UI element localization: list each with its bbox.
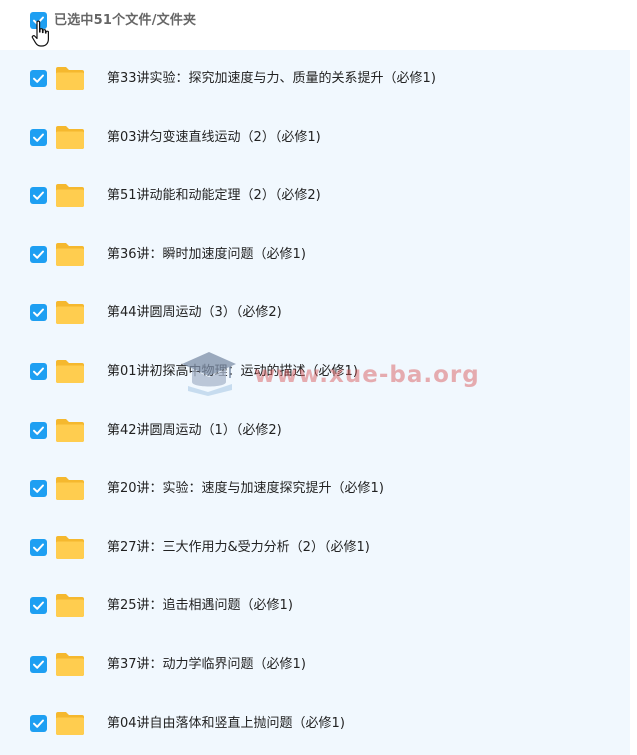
file-checkbox[interactable] xyxy=(30,714,47,732)
file-row[interactable]: 第51讲动能和动能定理（2）（必修2) xyxy=(0,167,630,225)
file-row[interactable]: 第44讲圆周运动（3）（必修2) xyxy=(0,284,630,342)
folder-icon xyxy=(56,67,84,90)
file-name[interactable]: 第20讲：实验：速度与加速度探究提升（必修1) xyxy=(107,479,384,499)
check-icon xyxy=(33,426,44,435)
folder-icon xyxy=(56,711,84,735)
file-name[interactable]: 第37讲：动力学临界问题（必修1) xyxy=(107,655,306,675)
file-name[interactable]: 第03讲匀变速直线运动（2）（必修1) xyxy=(107,128,321,148)
file-row[interactable]: 第37讲：动力学临界问题（必修1) xyxy=(0,636,630,694)
file-row[interactable]: 第36讲：瞬时加速度问题（必修1) xyxy=(0,226,630,284)
file-row[interactable]: 第25讲：追击相遇问题（必修1) xyxy=(0,577,630,635)
folder-icon xyxy=(56,301,84,325)
file-name[interactable]: 第25讲：追击相遇问题（必修1) xyxy=(107,596,293,616)
file-checkbox[interactable] xyxy=(30,538,47,556)
check-icon xyxy=(33,601,44,611)
hand-pointer-icon xyxy=(31,20,49,47)
file-row[interactable]: 第20讲：实验：速度与加速度探究提升（必修1) xyxy=(0,460,630,518)
file-row[interactable]: 第04讲自由落体和竖直上抛问题（必修1) xyxy=(0,695,630,753)
file-checkbox[interactable] xyxy=(30,421,47,439)
file-checkbox[interactable] xyxy=(30,480,47,498)
file-checkbox[interactable] xyxy=(30,363,47,380)
selection-count-label: 已选中51个文件/文件夹 xyxy=(54,13,197,28)
folder-icon xyxy=(56,535,84,559)
check-icon xyxy=(33,543,44,552)
check-icon xyxy=(33,133,44,142)
file-name[interactable]: 第36讲：瞬时加速度问题（必修1) xyxy=(107,245,306,265)
file-checkbox[interactable] xyxy=(30,304,47,322)
check-icon xyxy=(33,484,44,493)
check-icon xyxy=(33,250,44,259)
file-row[interactable]: 第27讲：三大作用力&受力分析（2）（必修1) xyxy=(0,519,630,577)
folder-icon xyxy=(56,653,84,676)
selection-header: 已选中51个文件/文件夹 xyxy=(0,0,637,45)
file-checkbox[interactable] xyxy=(30,187,47,205)
check-icon xyxy=(33,660,44,669)
file-row[interactable]: 第01讲初探高中物理：运动的描述（必修1) xyxy=(0,343,630,401)
file-checkbox[interactable] xyxy=(30,245,47,263)
check-icon xyxy=(33,367,44,376)
file-name[interactable]: 第44讲圆周运动（3）（必修2) xyxy=(107,303,282,323)
folder-icon xyxy=(56,418,84,442)
check-icon xyxy=(33,74,44,83)
check-icon xyxy=(33,719,44,728)
file-row[interactable]: 第33讲实验：探究加速度与力、质量的关系提升（必修1) xyxy=(0,50,630,108)
file-checkbox[interactable] xyxy=(30,656,47,673)
file-checkbox[interactable] xyxy=(30,128,47,146)
file-checkbox[interactable] xyxy=(30,597,47,615)
folder-icon xyxy=(56,184,84,208)
check-icon xyxy=(33,191,44,200)
folder-icon xyxy=(56,242,84,266)
file-list: 第33讲实验：探究加速度与力、质量的关系提升（必修1) 第03讲匀变速直线运动（2… xyxy=(0,50,630,755)
folder-icon xyxy=(56,360,84,383)
file-name[interactable]: 第33讲实验：探究加速度与力、质量的关系提升（必修1) xyxy=(107,69,436,89)
folder-icon xyxy=(56,125,84,149)
file-name[interactable]: 第01讲初探高中物理：运动的描述（必修1) xyxy=(107,362,358,382)
file-row[interactable]: 第03讲匀变速直线运动（2）（必修1) xyxy=(0,109,630,167)
file-name[interactable]: 第27讲：三大作用力&受力分析（2）（必修1) xyxy=(107,538,370,558)
file-name[interactable]: 第51讲动能和动能定理（2）（必修2) xyxy=(107,186,321,206)
file-name[interactable]: 第42讲圆周运动（1）（必修2) xyxy=(107,421,282,441)
file-name[interactable]: 第04讲自由落体和竖直上抛问题（必修1) xyxy=(107,714,345,734)
folder-icon xyxy=(56,477,84,501)
check-icon xyxy=(33,308,44,318)
folder-icon xyxy=(56,594,84,618)
file-row[interactable]: 第42讲圆周运动（1）（必修2) xyxy=(0,402,630,460)
file-checkbox[interactable] xyxy=(30,70,47,87)
